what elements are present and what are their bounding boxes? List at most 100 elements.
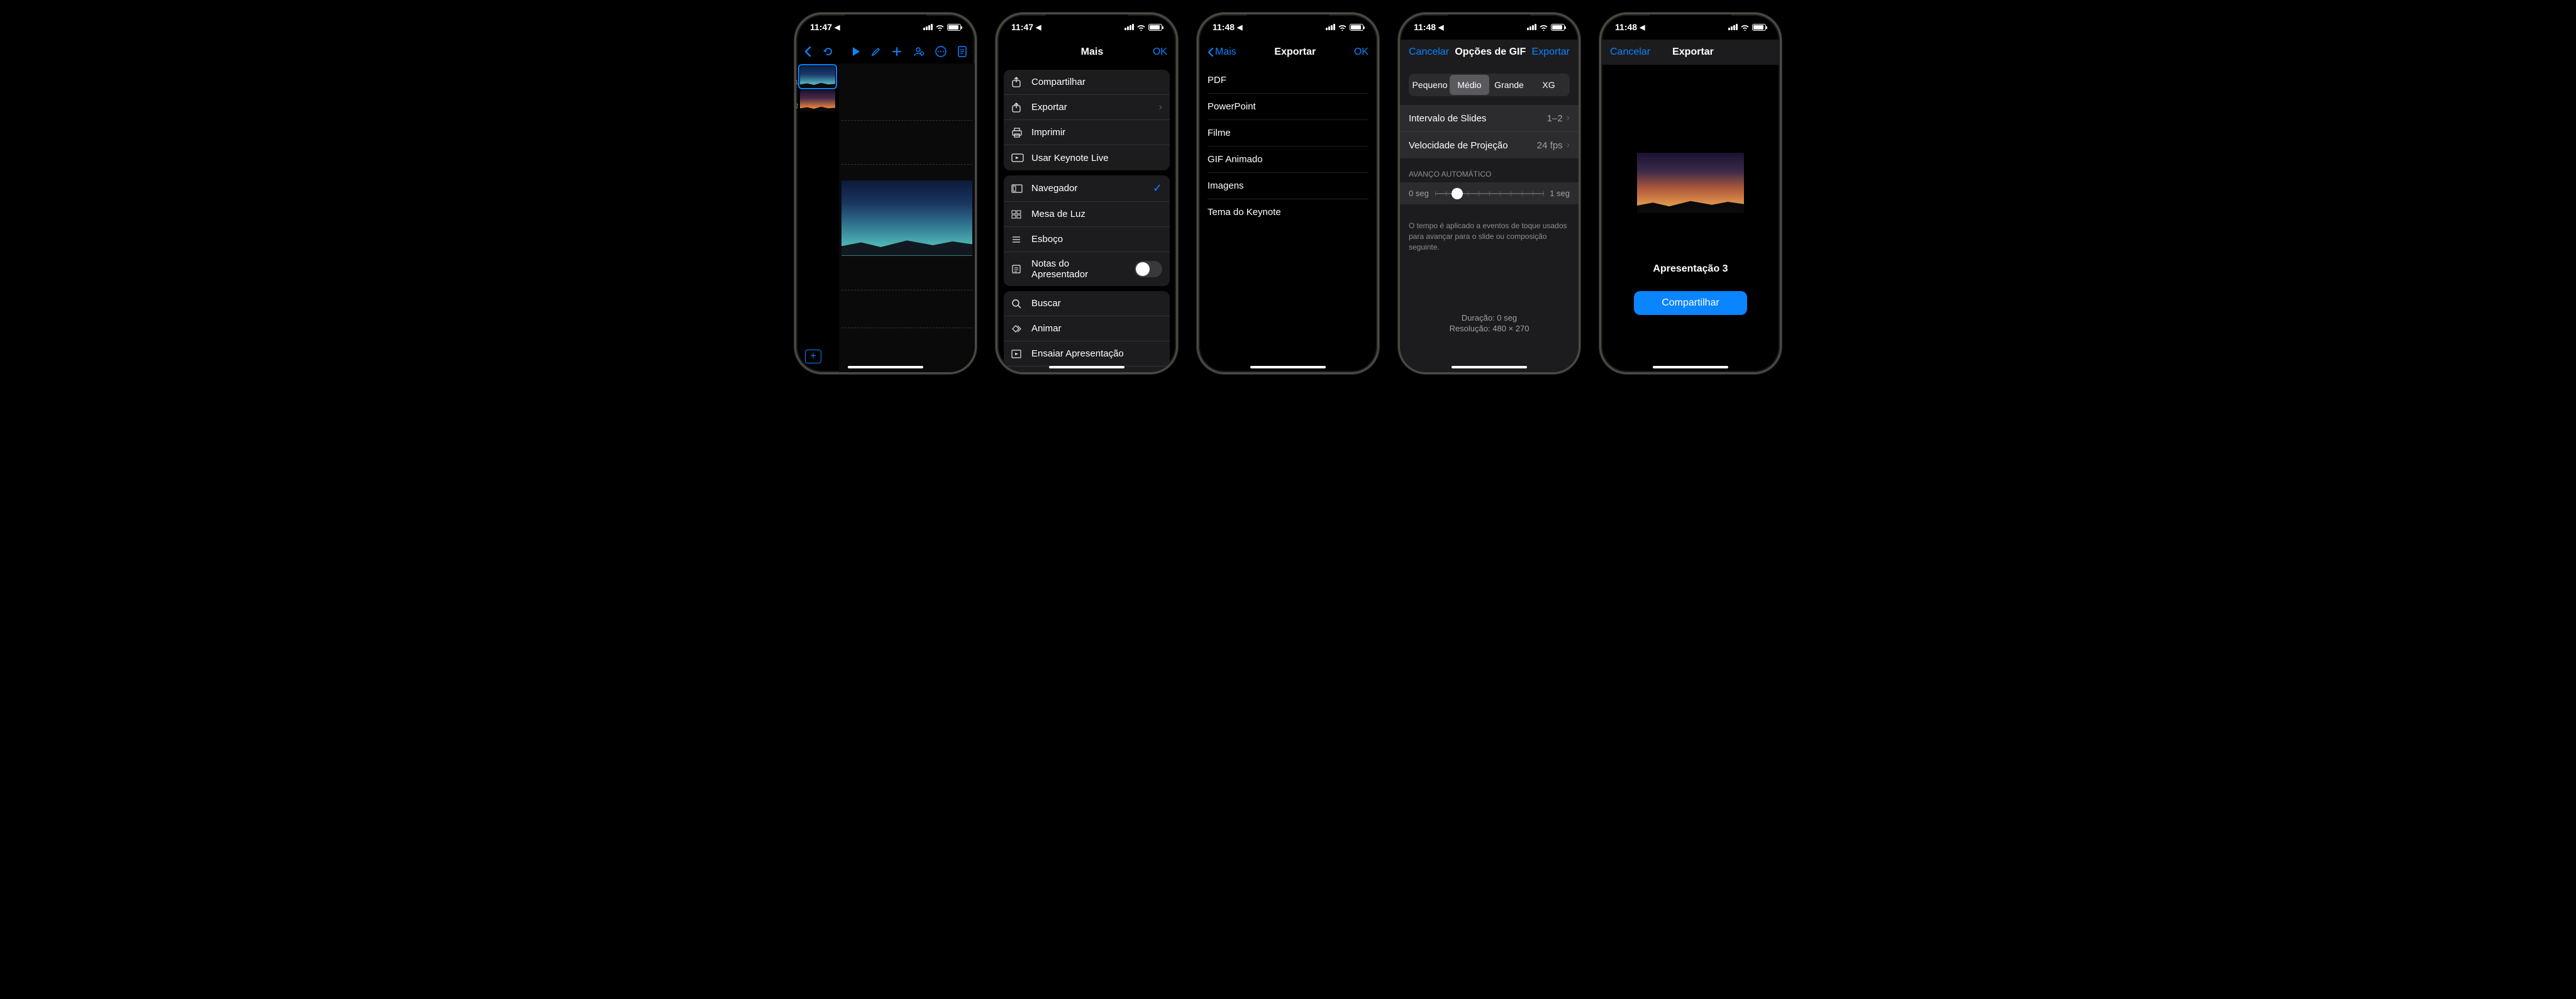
brush-icon[interactable] bbox=[870, 46, 882, 57]
add-slide-button[interactable]: + bbox=[805, 350, 821, 363]
size-segmented-control[interactable]: Pequeno Médio Grande XG bbox=[1409, 74, 1570, 96]
grid-icon bbox=[1011, 210, 1024, 219]
slider-min-label: 0 seg bbox=[1409, 189, 1429, 198]
ok-button[interactable]: OK bbox=[1354, 47, 1368, 58]
time: 11:47 bbox=[1011, 22, 1033, 32]
notch bbox=[1448, 14, 1530, 30]
play-icon[interactable] bbox=[852, 47, 860, 57]
chevron-right-icon: › bbox=[1567, 140, 1570, 151]
row-print[interactable]: Imprimir bbox=[1004, 120, 1170, 145]
auto-advance-slider[interactable] bbox=[1435, 193, 1543, 194]
location-icon: ◀ bbox=[1237, 23, 1242, 31]
export-pdf[interactable]: PDF bbox=[1208, 67, 1368, 94]
slide-navigator[interactable]: 1 2 bbox=[796, 63, 839, 372]
checkmark-icon: ✓ bbox=[1153, 182, 1162, 195]
animate-icon bbox=[1011, 324, 1024, 333]
nav-header: Mais Exportar OK bbox=[1199, 40, 1377, 65]
battery-icon bbox=[947, 24, 961, 31]
guide-line bbox=[841, 164, 972, 165]
slider-knob[interactable] bbox=[1452, 188, 1463, 199]
section-view: Navegador ✓ Mesa de Luz Esboço Notas do … bbox=[1004, 175, 1170, 286]
export-gif[interactable]: GIF Animado bbox=[1208, 146, 1368, 173]
nav-header: Mais OK bbox=[997, 40, 1176, 65]
back-button[interactable]: Mais bbox=[1208, 47, 1236, 58]
seg-xl[interactable]: XG bbox=[1529, 75, 1568, 95]
document-icon[interactable] bbox=[957, 45, 967, 58]
presenter-notes-toggle[interactable] bbox=[1135, 261, 1162, 277]
notch bbox=[1247, 14, 1329, 30]
guide-line bbox=[841, 120, 972, 121]
wifi-icon bbox=[1136, 24, 1146, 31]
home-indicator[interactable] bbox=[1452, 366, 1527, 368]
row-browser[interactable]: Navegador ✓ bbox=[1004, 175, 1170, 202]
phone-export-formats: 11:48◀ Mais Exportar OK PDF PowerPoint F… bbox=[1197, 13, 1379, 374]
section-gif-settings: Intervalo de Slides 1–2› Velocidade de P… bbox=[1400, 105, 1579, 158]
row-export[interactable]: Exportar › bbox=[1004, 95, 1170, 120]
seg-medium[interactable]: Médio bbox=[1450, 75, 1489, 95]
cancel-button[interactable]: Cancelar bbox=[1409, 47, 1449, 58]
row-rehearse[interactable]: Ensaiar Apresentação bbox=[1004, 341, 1170, 367]
row-presenter-notes[interactable]: Notas do Apresentador bbox=[1004, 252, 1170, 286]
search-icon bbox=[1011, 299, 1024, 309]
outline-icon bbox=[1011, 235, 1024, 244]
auto-advance-header: AVANÇO AUTOMÁTICO bbox=[1400, 170, 1579, 182]
row-light-table[interactable]: Mesa de Luz bbox=[1004, 202, 1170, 227]
nav-header: Cancelar Opções de GIF Exportar bbox=[1400, 40, 1579, 65]
battery-icon bbox=[1148, 24, 1162, 31]
row-share[interactable]: Compartilhar bbox=[1004, 70, 1170, 95]
notch bbox=[1046, 14, 1128, 30]
add-icon[interactable] bbox=[892, 47, 902, 57]
page-title: Opções de GIF bbox=[1455, 47, 1526, 58]
chevron-right-icon: › bbox=[1159, 102, 1162, 113]
battery-icon bbox=[1752, 24, 1766, 31]
export-filename: Apresentação 3 bbox=[1653, 263, 1728, 275]
time: 11:48 bbox=[1213, 22, 1235, 32]
row-fps[interactable]: Velocidade de Projeção 24 fps› bbox=[1400, 132, 1579, 158]
wifi-icon bbox=[1539, 24, 1548, 31]
label: Velocidade de Projeção bbox=[1409, 140, 1508, 151]
home-indicator[interactable] bbox=[1049, 366, 1124, 368]
export-icon bbox=[1011, 102, 1024, 113]
home-indicator[interactable] bbox=[1250, 366, 1326, 368]
time: 11:48 bbox=[1615, 22, 1637, 32]
export-preview-image bbox=[1637, 153, 1744, 213]
slide-canvas[interactable] bbox=[839, 63, 975, 372]
broadcast-icon bbox=[1011, 153, 1024, 162]
notes-icon bbox=[1011, 264, 1024, 274]
back-icon[interactable] bbox=[804, 46, 811, 57]
slide-content[interactable] bbox=[841, 180, 972, 256]
row-slide-range[interactable]: Intervalo de Slides 1–2› bbox=[1400, 105, 1579, 132]
export-button[interactable]: Exportar bbox=[1532, 47, 1570, 58]
export-metadata: Duração: 0 seg Resolução: 480 × 270 bbox=[1400, 312, 1579, 372]
row-keynote-live[interactable]: Usar Keynote Live bbox=[1004, 145, 1170, 170]
ok-button[interactable]: OK bbox=[1153, 47, 1167, 58]
section-tools: Buscar Animar Ensaiar Apresentação Permi… bbox=[1004, 291, 1170, 372]
page-title: Exportar bbox=[1672, 47, 1714, 58]
export-images[interactable]: Imagens bbox=[1208, 173, 1368, 199]
slide-thumb-2[interactable]: 2 bbox=[800, 90, 835, 111]
cancel-button[interactable]: Cancelar bbox=[1610, 47, 1650, 58]
time: 11:48 bbox=[1414, 22, 1436, 32]
more-icon[interactable] bbox=[935, 45, 947, 58]
export-powerpoint[interactable]: PowerPoint bbox=[1208, 94, 1368, 120]
location-icon: ◀ bbox=[1036, 23, 1041, 31]
location-icon: ◀ bbox=[1438, 23, 1443, 31]
row-animate[interactable]: Animar bbox=[1004, 316, 1170, 341]
row-outline[interactable]: Esboço bbox=[1004, 227, 1170, 252]
slide-thumb-1[interactable]: 1 bbox=[800, 66, 835, 87]
battery-icon bbox=[1350, 24, 1363, 31]
share-icon bbox=[1011, 77, 1024, 88]
home-indicator[interactable] bbox=[848, 366, 923, 368]
home-indicator[interactable] bbox=[1653, 366, 1728, 368]
section-auto-advance: 0 seg 1 seg bbox=[1400, 182, 1579, 204]
collaborate-icon[interactable] bbox=[912, 46, 924, 57]
seg-small[interactable]: Pequeno bbox=[1410, 75, 1450, 95]
undo-icon[interactable] bbox=[821, 45, 834, 58]
export-theme[interactable]: Tema do Keynote bbox=[1208, 199, 1368, 225]
editor-toolbar bbox=[796, 40, 975, 63]
export-movie[interactable]: Filme bbox=[1208, 120, 1368, 146]
share-button[interactable]: Compartilhar bbox=[1634, 291, 1747, 315]
phone-more-menu: 11:47◀ Mais OK Compartilhar Exportar › bbox=[996, 13, 1178, 374]
row-search[interactable]: Buscar bbox=[1004, 291, 1170, 316]
seg-large[interactable]: Grande bbox=[1489, 75, 1529, 95]
